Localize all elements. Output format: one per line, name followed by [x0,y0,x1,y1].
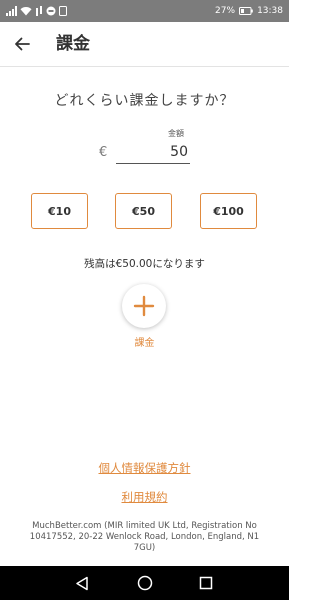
balance-text: 残高は€50.00になります [84,258,205,270]
status-icons-right: 27% 13:38 [215,4,283,18]
charge-button-label[interactable]: 課金 [0,334,289,349]
circle-home-icon [137,575,153,591]
amount-input[interactable] [116,142,190,164]
preset-10-button[interactable]: €10 [31,193,88,229]
clock: 13:38 [257,6,283,16]
privacy-policy-link[interactable]: 個人情報保護方針 [0,460,289,476]
square-recent-icon [199,576,213,590]
data-icon [36,6,42,16]
signal-icon [6,6,17,16]
terms-of-use-link[interactable]: 利用規約 [0,489,289,505]
status-icons-left [6,5,67,17]
wifi-icon [20,7,32,16]
app-bar: 課金 [0,22,289,67]
screen: 27% 13:38 課金 どれくらい課金しますか？ 金額 € €10 €50 €… [0,0,289,600]
navigation-bar [0,566,289,600]
preset-100-button[interactable]: €100 [200,193,257,229]
preset-50-button[interactable]: €50 [115,193,172,229]
battery-percent: 27% [215,6,236,16]
currency-symbol: € [99,145,108,160]
nav-back-button[interactable] [73,574,91,592]
message-icon [46,6,56,16]
status-bar: 27% 13:38 [0,0,289,22]
amount-label: 金額 [168,129,184,138]
charge-button[interactable] [122,284,166,328]
battery-icon [239,7,253,15]
back-button[interactable] [10,33,34,55]
nav-recent-apps-button[interactable] [197,574,215,592]
arrow-back-icon [15,37,30,51]
plus-icon [133,295,155,317]
charge-question: どれくらい課金しますか？ [54,93,235,109]
company-info: MuchBetter.com (MIR limited UK Ltd, Regi… [29,521,260,553]
page-title: 課金 [56,34,90,54]
nav-home-button[interactable] [136,574,154,592]
triangle-back-icon [76,576,88,590]
notification-icon [59,6,67,16]
